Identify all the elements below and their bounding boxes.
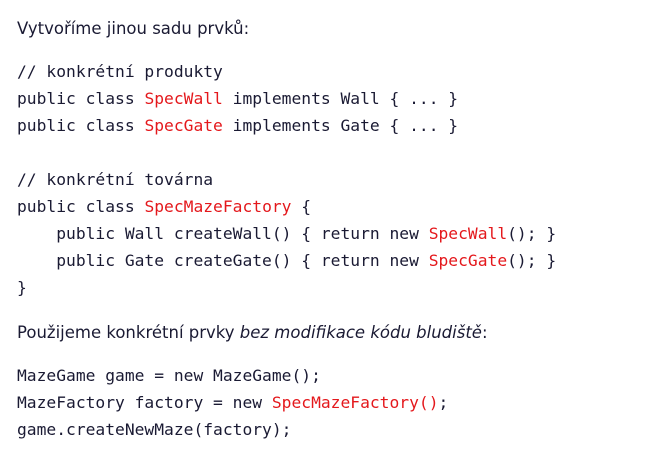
code-token: public Wall createWall() { return new xyxy=(17,224,429,243)
code-line: MazeGame game = new MazeGame(); xyxy=(17,362,448,389)
code-token: public class xyxy=(17,197,145,216)
code-line: public Gate createGate() { return new Sp… xyxy=(17,247,556,274)
code-token: ; xyxy=(438,393,449,412)
code-block-factory: // konkrétní produkty public class SpecWa… xyxy=(17,58,556,301)
code-token: public class xyxy=(17,89,145,108)
code-token: MazeGame game = new MazeGame(); xyxy=(17,366,321,385)
code-line: public class SpecMazeFactory { xyxy=(17,193,556,220)
code-line: // konkrétní produkty xyxy=(17,58,556,85)
code-highlight: SpecMazeFactory xyxy=(144,197,292,216)
code-highlight: SpecWall xyxy=(428,224,508,243)
code-block-usage: MazeGame game = new MazeGame(); MazeFacto… xyxy=(17,362,448,443)
code-token: implements Gate { ... } xyxy=(222,116,459,135)
code-token: game.createNewMaze(factory); xyxy=(17,420,292,439)
intro-text: Vytvoříme jinou sadu prvků: xyxy=(17,19,250,38)
usage-text-suffix: : xyxy=(481,323,488,342)
code-token: public Gate createGate() { return new xyxy=(17,251,429,270)
code-token: // konkrétní produkty xyxy=(17,62,223,81)
code-highlight: SpecGate xyxy=(428,251,508,270)
code-line: public Wall createWall() { return new Sp… xyxy=(17,220,556,247)
usage-text-prefix: Použijeme konkrétní prvky xyxy=(17,323,240,342)
code-line: // konkrétní továrna xyxy=(17,166,556,193)
code-token: { xyxy=(291,197,312,216)
code-highlight: SpecGate xyxy=(144,116,223,135)
code-token: // konkrétní továrna xyxy=(17,170,214,189)
code-token: } xyxy=(17,278,27,297)
code-token: (); } xyxy=(507,224,557,243)
code-line: game.createNewMaze(factory); xyxy=(17,416,448,443)
code-highlight: SpecWall xyxy=(144,89,223,108)
code-token: MazeFactory factory = new xyxy=(17,393,272,412)
code-line: public class SpecGate implements Gate { … xyxy=(17,112,556,139)
code-line: MazeFactory factory = new SpecMazeFactor… xyxy=(17,389,448,416)
code-token: implements Wall { ... } xyxy=(222,89,459,108)
code-line: } xyxy=(17,274,556,301)
code-line: public class SpecWall implements Wall { … xyxy=(17,85,556,112)
code-token: (); } xyxy=(507,251,557,270)
code-highlight: SpecMazeFactory() xyxy=(271,393,439,412)
code-token: public class xyxy=(17,116,145,135)
usage-text: Použijeme konkrétní prvky bez modifikace… xyxy=(17,323,488,342)
usage-text-emphasis: bez modifikace kódu bludiště xyxy=(239,323,482,342)
